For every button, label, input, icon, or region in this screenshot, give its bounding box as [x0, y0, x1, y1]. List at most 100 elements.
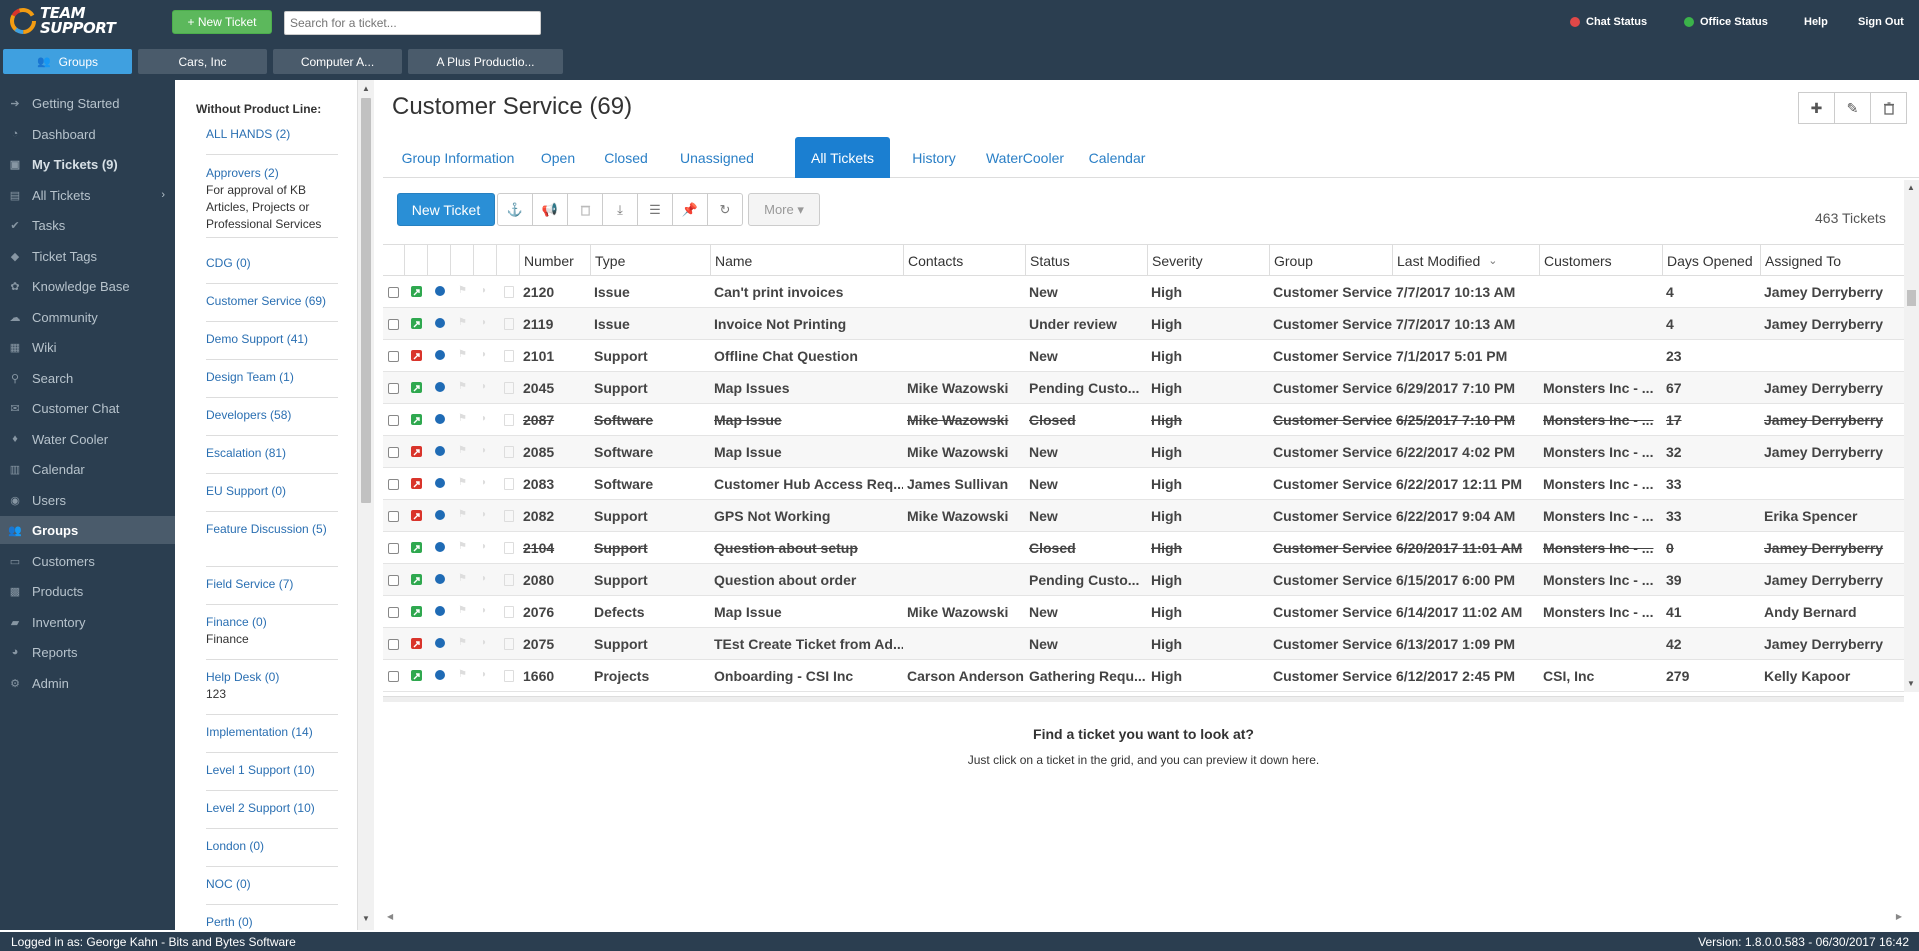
help-link[interactable]: Help [1804, 16, 1828, 28]
nav-getting-started[interactable]: ➔ Getting Started [0, 89, 175, 117]
ticket-type-icon[interactable] [411, 638, 422, 649]
nav-knowledge-base[interactable]: ✿ Knowledge Base [0, 272, 175, 300]
flag-icon[interactable]: ⚑ [458, 381, 470, 393]
tab-group-information[interactable]: Group Information [395, 137, 521, 178]
col-kb[interactable] [496, 245, 519, 276]
table-row[interactable]: ⚑ ◗ 2083 Software Customer Hub Access Req...… [383, 468, 1904, 500]
tab-calendar[interactable]: Calendar [1083, 137, 1151, 178]
subscribe-icon[interactable]: ◗ [481, 541, 493, 553]
nav-all-tickets[interactable]: ▤ All Tickets › [0, 181, 175, 209]
group-item[interactable]: Level 1 Support (10) [206, 762, 338, 791]
nav-calendar[interactable]: ▥ Calendar [0, 455, 175, 483]
tab-watercooler[interactable]: WaterCooler [981, 137, 1069, 178]
group-item[interactable]: Customer Service (69) [206, 293, 338, 322]
grid-new-ticket-button[interactable]: New Ticket [397, 193, 495, 226]
group-item[interactable]: London (0) [206, 838, 338, 867]
group-link[interactable]: Level 1 Support (10) [206, 762, 338, 779]
group-item[interactable]: CDG (0) [206, 255, 338, 284]
table-row[interactable]: ⚑ ◗ 2120 Issue Can't print invoices New High Cu… [383, 276, 1904, 308]
ticket-type-icon[interactable] [411, 382, 422, 393]
subscribe-icon[interactable]: ◗ [481, 573, 493, 585]
subscribe-icon[interactable]: ◗ [481, 477, 493, 489]
kb-icon[interactable] [504, 286, 514, 298]
nav-search[interactable]: ⚲ Search [0, 364, 175, 392]
nav-my-tickets[interactable]: ▣ My Tickets (9) [0, 150, 175, 178]
flag-icon[interactable]: ⚑ [458, 669, 470, 681]
row-checkbox[interactable] [388, 575, 399, 586]
group-item[interactable]: Approvers (2) For approval of KB Articles… [206, 165, 338, 238]
scroll-right-icon[interactable]: ▶ [1896, 912, 1902, 921]
kb-icon[interactable] [504, 446, 514, 458]
kb-icon[interactable] [504, 350, 514, 362]
col-assigned-to[interactable]: Assigned To [1760, 245, 1904, 276]
group-link[interactable]: Feature Discussion (5) [206, 521, 338, 538]
kb-icon[interactable] [504, 478, 514, 490]
row-checkbox[interactable] [388, 511, 399, 522]
row-checkbox[interactable] [388, 319, 399, 330]
row-checkbox[interactable] [388, 415, 399, 426]
ticket-type-icon[interactable] [411, 414, 422, 425]
group-link[interactable]: Level 2 Support (10) [206, 800, 338, 817]
search-input[interactable] [284, 11, 541, 35]
table-row[interactable]: ⚑ ◗ 2104 Support Question about setup Closed H… [383, 532, 1904, 564]
col-flag[interactable] [450, 245, 473, 276]
row-checkbox[interactable] [388, 351, 399, 362]
group-link[interactable]: London (0) [206, 838, 338, 855]
nav-reports[interactable]: ◕ Reports [0, 638, 175, 666]
ticket-type-icon[interactable] [411, 350, 422, 361]
tab-all-tickets[interactable]: All Tickets [795, 137, 890, 178]
group-link[interactable]: CDG (0) [206, 255, 338, 272]
ticket-type-icon[interactable] [411, 606, 422, 617]
grid-scrollbar[interactable]: ▲ ▼ [1904, 180, 1919, 692]
kb-icon[interactable] [504, 638, 514, 650]
group-link[interactable]: Implementation (14) [206, 724, 338, 741]
group-item[interactable]: Developers (58) [206, 407, 338, 436]
group-item[interactable]: Help Desk (0) 123 [206, 669, 338, 715]
subscribe-icon[interactable]: ◗ [481, 381, 493, 393]
ticket-type-icon[interactable] [411, 446, 422, 457]
col-select[interactable] [383, 245, 404, 276]
table-row[interactable]: ⚑ ◗ 2076 Defects Map Issue Mike Wazowski New Hi… [383, 596, 1904, 628]
col-type-icon[interactable] [404, 245, 427, 276]
ticket-type-icon[interactable] [411, 510, 422, 521]
group-item[interactable]: Finance (0) Finance [206, 614, 338, 660]
logo[interactable]: TEAM SUPPORT [8, 2, 150, 40]
nav-wiki[interactable]: ▦ Wiki [0, 333, 175, 361]
kb-icon[interactable] [504, 382, 514, 394]
export-button[interactable]: ⤓ [602, 193, 638, 226]
subscribe-icon[interactable]: ◗ [481, 285, 493, 297]
col-last-modified[interactable]: Last Modified ⌄ [1392, 245, 1539, 276]
group-item[interactable]: Field Service (7) [206, 576, 338, 605]
flag-icon[interactable]: ⚑ [458, 349, 470, 361]
anchor-button[interactable]: ⚓ [497, 193, 533, 226]
group-item[interactable]: NOC (0) [206, 876, 338, 905]
ticket-type-icon[interactable] [411, 286, 422, 297]
group-link[interactable]: Design Team (1) [206, 369, 338, 386]
scroll-up-icon[interactable]: ▲ [362, 84, 370, 93]
scrollbar-thumb[interactable] [1907, 290, 1916, 306]
tab-history[interactable]: History [903, 137, 965, 178]
kb-icon[interactable] [504, 574, 514, 586]
flag-icon[interactable]: ⚑ [458, 637, 470, 649]
kb-icon[interactable] [504, 510, 514, 522]
flag-icon[interactable]: ⚑ [458, 605, 470, 617]
groups-panel-scrollbar[interactable]: ▲ ▼ [357, 80, 374, 930]
scroll-up-icon[interactable]: ▲ [1907, 183, 1915, 192]
subscribe-icon[interactable]: ◗ [481, 413, 493, 425]
col-severity[interactable]: Severity [1147, 245, 1269, 276]
col-customers[interactable]: Customers [1539, 245, 1662, 276]
row-checkbox[interactable] [388, 607, 399, 618]
ticket-type-icon[interactable] [411, 670, 422, 681]
tab-unassigned[interactable]: Unassigned [668, 137, 766, 178]
kb-icon[interactable] [504, 670, 514, 682]
sign-out-link[interactable]: Sign Out [1858, 16, 1904, 28]
announce-button[interactable]: 📢 [532, 193, 568, 226]
kb-icon[interactable] [504, 414, 514, 426]
flag-icon[interactable]: ⚑ [458, 317, 470, 329]
nav-admin[interactable]: ⚙ Admin [0, 669, 175, 697]
group-item[interactable]: Perth (0) [206, 914, 338, 930]
group-item[interactable]: Design Team (1) [206, 369, 338, 398]
add-button[interactable]: ✚ [1798, 92, 1835, 124]
more-dropdown[interactable]: More ▾ [748, 193, 820, 226]
ticket-type-icon[interactable] [411, 318, 422, 329]
